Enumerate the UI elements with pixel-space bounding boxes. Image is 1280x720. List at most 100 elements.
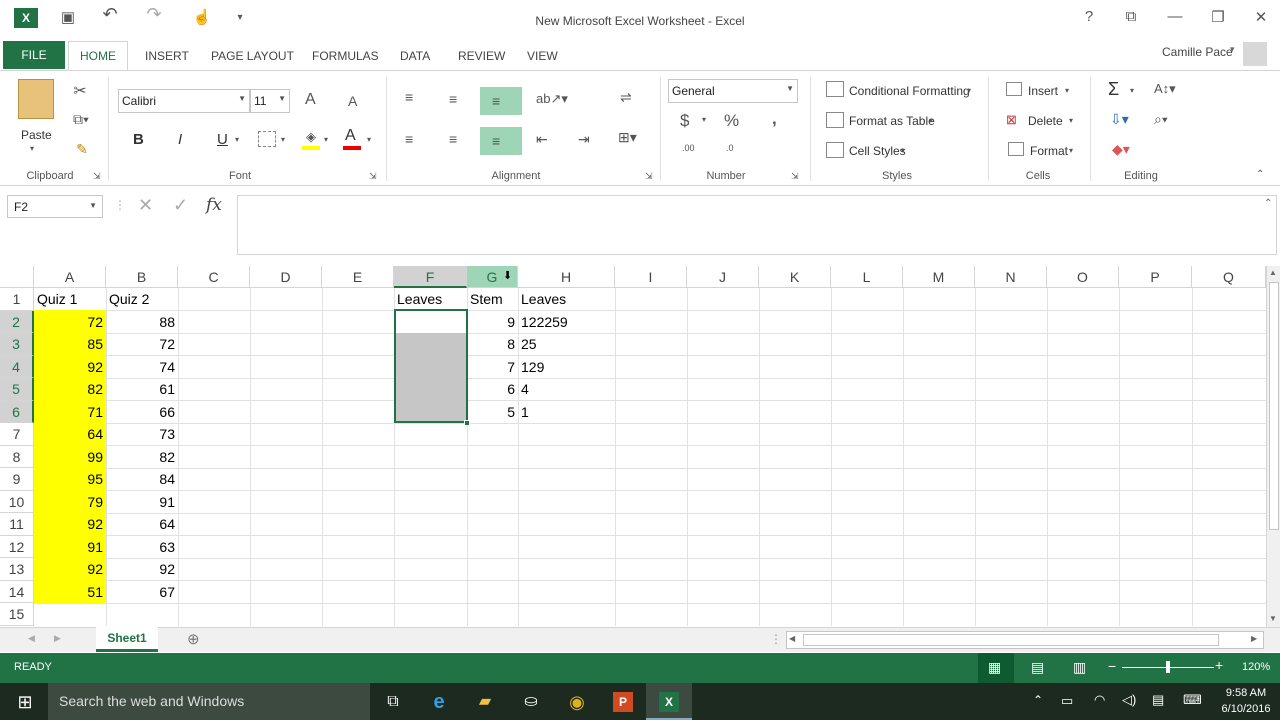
sheet-tab-sheet1[interactable]: Sheet1 [96, 627, 158, 652]
cell-h6[interactable]: 1 [518, 401, 615, 424]
page-break-view-icon[interactable]: ▥ [1073, 659, 1086, 676]
horizontal-scrollbar-thumb[interactable] [803, 634, 1219, 646]
chevron-down-icon[interactable]: ▾ [1130, 86, 1134, 95]
chevron-down-icon[interactable]: ▾ [1065, 86, 1069, 95]
zoom-slider-thumb[interactable] [1166, 661, 1170, 673]
row-header[interactable]: 2 [0, 310, 34, 333]
row-header[interactable]: 9 [0, 468, 34, 491]
next-sheet-icon[interactable]: ▶ [54, 633, 61, 644]
cell-g3[interactable]: 8 [467, 333, 518, 356]
paste-button[interactable]: Paste [21, 128, 52, 142]
help-icon[interactable]: ? [1074, 8, 1104, 28]
number-launcher-icon[interactable]: ⇲ [791, 171, 799, 182]
sort-filter-icon[interactable]: A↕▾ [1154, 81, 1176, 97]
cell-g6[interactable]: 5 [467, 401, 518, 424]
keyboard-icon[interactable]: ⌨ [1183, 692, 1202, 708]
merge-center-icon[interactable]: ⊞▾ [618, 129, 637, 146]
scroll-right-icon[interactable]: ▶ [1251, 634, 1257, 643]
tab-review[interactable]: REVIEW [458, 49, 505, 63]
font-color-icon[interactable]: A [345, 127, 356, 145]
cell-a4[interactable]: 92 [34, 356, 106, 379]
column-header-c[interactable]: C [178, 266, 250, 288]
paste-dropdown-icon[interactable]: ▾ [30, 144, 34, 153]
shrink-font-icon[interactable]: A [348, 93, 357, 109]
tab-file[interactable]: FILE [3, 41, 65, 69]
comma-style-icon[interactable]: , [772, 109, 777, 129]
number-format-select[interactable]: General ▼ [668, 79, 798, 103]
chevron-down-icon[interactable]: ▾ [901, 146, 905, 155]
row-header[interactable]: 7 [0, 423, 34, 446]
worksheet-grid[interactable]: A B C D E F G ⬇ H I J K L M N O P Q 1 2 [0, 266, 1266, 626]
column-header-j[interactable]: J [687, 266, 759, 288]
top-align-icon[interactable]: ≡ [405, 89, 413, 105]
chevron-down-icon[interactable]: ▾ [929, 116, 933, 125]
page-layout-view-icon[interactable]: ▤ [1031, 659, 1044, 676]
zoom-out-icon[interactable]: − [1108, 658, 1116, 674]
alignment-launcher-icon[interactable]: ⇲ [645, 171, 653, 182]
column-header-b[interactable]: B [106, 266, 178, 288]
cell-f1[interactable]: Leaves [394, 288, 467, 311]
wrap-text-icon[interactable]: ⇌ [620, 89, 632, 106]
scroll-down-icon[interactable]: ▼ [1269, 614, 1277, 623]
row-header[interactable]: 3 [0, 333, 34, 356]
formula-input[interactable] [237, 195, 1277, 255]
copy-icon[interactable]: ⧉▾ [68, 111, 94, 128]
column-header-a[interactable]: A [34, 266, 106, 288]
volume-icon[interactable]: ◁) [1122, 692, 1136, 708]
column-header-f[interactable]: F [394, 266, 467, 288]
decrease-indent-icon[interactable]: ⇤ [536, 131, 548, 148]
file-explorer-icon[interactable]: ▰ [462, 687, 508, 717]
column-header-o[interactable]: O [1047, 266, 1119, 288]
chrome-icon[interactable]: ◉ [554, 687, 600, 717]
user-name[interactable]: Camille Pace [1162, 45, 1233, 59]
collapse-ribbon-icon[interactable]: ⌃ [1256, 169, 1264, 180]
cell-h1[interactable]: Leaves [518, 288, 615, 311]
grow-font-icon[interactable]: A [305, 91, 316, 109]
prev-sheet-icon[interactable]: ◀ [28, 633, 35, 644]
vertical-scrollbar[interactable]: ▲ ▼ [1266, 266, 1280, 628]
row-header[interactable]: 8 [0, 445, 34, 468]
cell-a13[interactable]: 92 [34, 558, 106, 581]
user-dropdown-icon[interactable]: ▾ [1230, 44, 1235, 55]
cancel-icon[interactable]: ✕ [138, 195, 153, 216]
cell-b6[interactable]: 66 [106, 401, 178, 424]
cell-b12[interactable]: 63 [106, 536, 178, 559]
font-color-dropdown-icon[interactable]: ▾ [367, 135, 371, 144]
cell-b10[interactable]: 91 [106, 491, 178, 514]
conditional-formatting-button[interactable]: Conditional Formatting [849, 84, 970, 98]
autosum-icon[interactable]: Σ [1108, 79, 1119, 100]
cell-g5[interactable]: 6 [467, 378, 518, 401]
tab-formulas[interactable]: FORMULAS [312, 49, 379, 63]
cell-a2[interactable]: 72 [34, 311, 106, 334]
select-all-corner[interactable] [0, 266, 34, 288]
insert-button[interactable]: Insert [1028, 84, 1058, 98]
bottom-align-button[interactable] [480, 87, 522, 115]
currency-dropdown-icon[interactable]: ▾ [702, 115, 706, 124]
column-header-l[interactable]: L [831, 266, 903, 288]
percent-icon[interactable]: % [724, 111, 739, 131]
paste-icon[interactable] [18, 79, 54, 119]
underline-dropdown-icon[interactable]: ▾ [235, 135, 239, 144]
middle-align-icon[interactable]: ≡ [449, 91, 457, 107]
clock-date[interactable]: 6/10/2016 [1218, 703, 1274, 715]
cell-a6[interactable]: 71 [34, 401, 106, 424]
cell-b13[interactable]: 92 [106, 558, 178, 581]
show-hidden-icons-icon[interactable]: ⌃ [1033, 693, 1043, 707]
bold-button[interactable]: B [133, 131, 144, 148]
horizontal-scrollbar[interactable]: ◀ ▶ [786, 631, 1264, 649]
formula-expand-icon[interactable]: ⌃ [1264, 198, 1272, 209]
find-select-icon[interactable]: ⌕▾ [1154, 111, 1168, 128]
enter-icon[interactable]: ✓ [173, 195, 188, 216]
row-header[interactable]: 11 [0, 513, 34, 536]
row-header[interactable]: 15 [0, 603, 34, 626]
align-center-icon[interactable]: ≡ [449, 131, 457, 147]
tab-split-grip[interactable]: ⋮ [770, 632, 782, 646]
font-size-select[interactable]: 11 ▼ [250, 89, 290, 113]
align-left-icon[interactable]: ≡ [405, 131, 413, 147]
column-header-p[interactable]: P [1119, 266, 1192, 288]
chevron-down-icon[interactable]: ▾ [967, 86, 971, 95]
cell-b14[interactable]: 67 [106, 581, 178, 604]
cell-b5[interactable]: 61 [106, 378, 178, 401]
format-button[interactable]: Format [1030, 144, 1068, 158]
store-icon[interactable]: ⛀ [508, 687, 554, 717]
